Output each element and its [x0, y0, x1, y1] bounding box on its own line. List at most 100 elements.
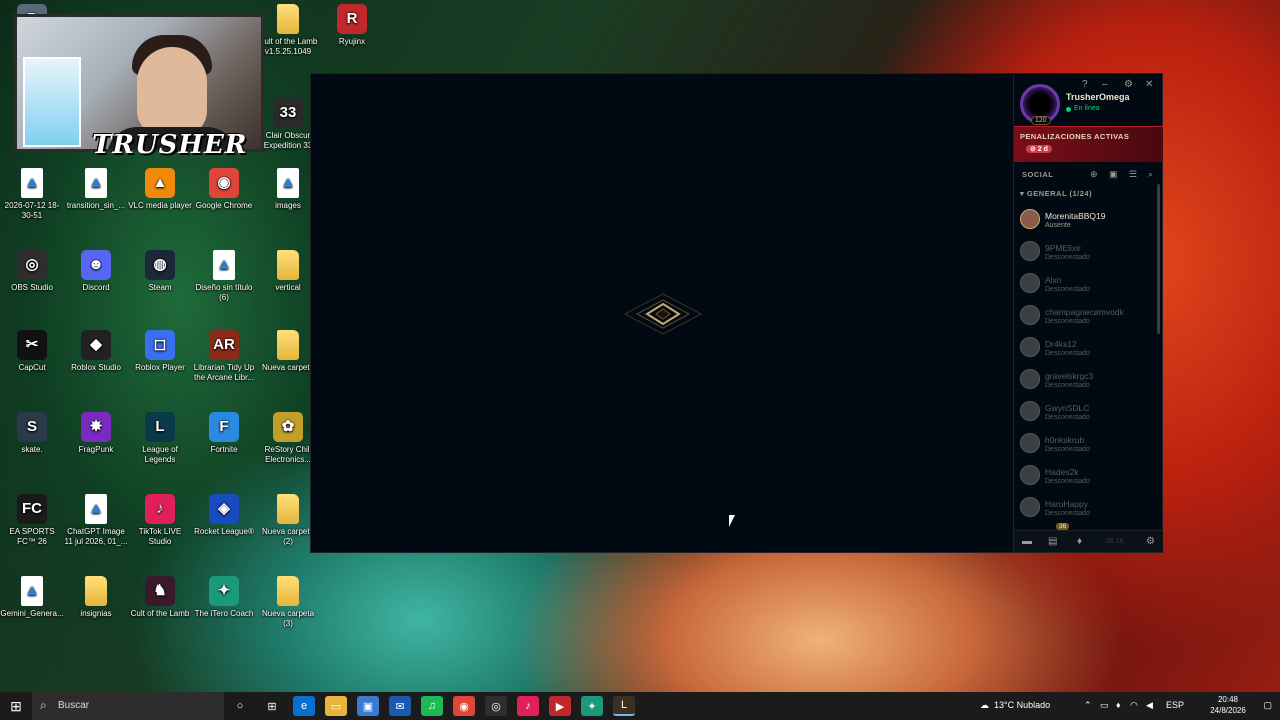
friend-list-item[interactable]: h0nkskrub Desconectado	[1014, 430, 1163, 462]
chat-icon[interactable]: ▬	[1022, 536, 1032, 547]
desktop-icon[interactable]: ◈ Rocket League®	[192, 494, 256, 537]
close-icon[interactable]: ✕	[1145, 79, 1153, 90]
folder-icon	[277, 250, 299, 280]
desktop-icon-label: The iTero Coach	[194, 609, 254, 618]
desktop-icon[interactable]: ▲ Diseño sin título (6)	[192, 250, 256, 303]
taskbar-app-icon[interactable]: ♫	[421, 696, 443, 716]
desktop-icon-label: TikTok LIVE Studio	[138, 527, 182, 546]
friend-list-item[interactable]: Dr4ks12 Desconectado	[1014, 334, 1163, 366]
taskbar-search-input[interactable]: ⌕ Buscar	[32, 692, 224, 720]
desktop-icon-label: CapCut	[18, 363, 46, 372]
help-icon[interactable]: ?	[1082, 79, 1088, 90]
taskbar-app-icon[interactable]: L	[613, 696, 635, 716]
desktop-icon[interactable]: ◻ Roblox Player	[128, 330, 192, 373]
file-icon: ▲	[21, 168, 43, 198]
desktop-icon[interactable]: R Ryujinx	[320, 4, 384, 47]
desktop-icon[interactable]: ◍ Steam	[128, 250, 192, 293]
friend-group-header[interactable]: ▾ GENERAL (1/24)	[1020, 189, 1092, 198]
mouse-cursor-icon	[729, 515, 735, 527]
desktop-icon[interactable]: ☻ Discord	[64, 250, 128, 293]
taskbar-app-icon[interactable]: ◉	[453, 696, 475, 716]
taskbar: ⊞ ⌕ Buscar ○ ⊞ e ▭ ▣ ✉ ♫ ◉ ◎ ♪ ▶ ✦ L ☁ 13°C Nublado …	[0, 692, 1280, 720]
desktop-icon-label: FragPunk	[78, 445, 114, 454]
league-client-window[interactable]: ? – ⚙ ✕ 120 TrusherOmega En línea PENALI…	[310, 73, 1163, 553]
friend-list-item[interactable]: Alxn Desconectado	[1014, 270, 1163, 302]
friend-status: Desconectado	[1045, 254, 1090, 261]
friend-list-item[interactable]: 9PMElixir Desconectado	[1014, 238, 1163, 270]
taskbar-app-icon[interactable]: ♪	[517, 696, 539, 716]
desktop-icon[interactable]: ▲ 2026-07-12 18-30-51	[0, 168, 64, 221]
desktop-icon[interactable]: ♞ Cult of the Lamb	[128, 576, 192, 619]
desktop-icon-label: Roblox Player	[135, 363, 185, 372]
settings-icon[interactable]: ⚙	[1124, 79, 1133, 90]
notifications-icon[interactable]: ▢	[1263, 700, 1272, 711]
penalty-title: PENALIZACIONES ACTIVAS	[1020, 132, 1130, 141]
desktop-icon[interactable]: Sskate.	[0, 412, 64, 455]
desktop-icon[interactable]: ▲ ChatGPT Image 11 jul 2026, 01_...	[64, 494, 128, 547]
friend-list-item[interactable]: MorenitaBBQ19 Ausente	[1014, 206, 1163, 238]
desktop-icon[interactable]: ✦ The iTero Coach	[192, 576, 256, 619]
desktop-icon[interactable]: ♪ TikTok LIVE Studio	[128, 494, 192, 547]
desktop-icon[interactable]: ▲ Gemini_Genera...	[0, 576, 64, 619]
desktop-icon[interactable]: ▲ transition_sin_...	[64, 168, 128, 211]
friend-list-item[interactable]: HaruHappy Desconectado	[1014, 494, 1163, 526]
clock-time[interactable]: 20:48	[1208, 695, 1248, 704]
taskbar-app-icon[interactable]: ○	[229, 696, 251, 716]
app-icon: R	[337, 4, 367, 34]
microphone-tray-icon[interactable]: ♦	[1116, 700, 1121, 710]
desktop-icon[interactable]: L League of Legends	[128, 412, 192, 465]
friend-list-item[interactable]: gravelskrgc3 Desconectado	[1014, 366, 1163, 398]
summoner-name[interactable]: TrusherOmega	[1066, 92, 1130, 102]
desktop-icon[interactable]: ▲ VLC media player	[128, 168, 192, 211]
desktop-icon[interactable]: FC EA SPORTS FC™ 26	[0, 494, 64, 547]
taskbar-app-icon[interactable]: ▭	[325, 696, 347, 716]
taskbar-app-icon[interactable]: ◎	[485, 696, 507, 716]
add-folder-icon[interactable]: ▣	[1109, 169, 1118, 180]
desktop-icon[interactable]: F Fortnite	[192, 412, 256, 455]
desktop-icon[interactable]: ◉ Google Chrome	[192, 168, 256, 211]
desktop-icon[interactable]: AR Librarian Tidy Up the Arcane Libr...	[192, 330, 256, 383]
taskbar-app-icon[interactable]: ▣	[357, 696, 379, 716]
network-icon[interactable]: ▭	[1100, 700, 1109, 711]
online-status-text[interactable]: En línea	[1074, 105, 1100, 112]
desktop-icon[interactable]: ✸ FragPunk	[64, 412, 128, 455]
wifi-icon[interactable]: ◠	[1130, 700, 1138, 711]
taskbar-app-icon[interactable]: ✉	[389, 696, 411, 716]
desktop-icon[interactable]: insignias	[64, 576, 128, 619]
list-view-icon[interactable]: ☰	[1129, 169, 1137, 180]
start-button[interactable]: ⊞	[0, 692, 32, 720]
desktop-icon[interactable]: Nueva carpeta (3)	[256, 576, 320, 629]
taskbar-app-icon[interactable]: ⊞	[261, 696, 283, 716]
taskbar-app-icon[interactable]: ▶	[549, 696, 571, 716]
friend-list-item[interactable]: GwynSDLC Desconectado	[1014, 398, 1163, 430]
file-icon: ▲	[85, 168, 107, 198]
friend-list-item[interactable]: Hades2k Desconectado	[1014, 462, 1163, 494]
friend-name: GwynSDLC	[1045, 403, 1090, 413]
desktop-icon-label: Fortnite	[210, 445, 238, 454]
clock-date[interactable]: 24/8/2026	[1208, 706, 1248, 715]
desktop-icon-label: Roblox Studio	[71, 363, 121, 372]
search-icon[interactable]: ⌕	[1148, 169, 1153, 180]
weather-text[interactable]: 13°C Nublado	[994, 700, 1050, 710]
taskbar-app-icon[interactable]: e	[293, 696, 315, 716]
friend-list-item[interactable]: champagnecømvodk Desconectado	[1014, 302, 1163, 334]
desktop-icon[interactable]: Cult of the Lamb v1.5.25.1049	[256, 4, 320, 57]
penalty-banner[interactable]: PENALIZACIONES ACTIVAS ⊘ 2 d	[1014, 126, 1163, 162]
desktop-icon[interactable]: ◆ Roblox Studio	[64, 330, 128, 373]
minimize-icon[interactable]: –	[1102, 79, 1108, 90]
settings-gear-icon[interactable]: ⚙	[1146, 536, 1155, 547]
friend-name: HaruHappy	[1045, 499, 1088, 509]
taskbar-app-icon[interactable]: ✦	[581, 696, 603, 716]
app-icon: ◆	[81, 330, 111, 360]
language-indicator[interactable]: ESP	[1166, 700, 1184, 710]
weather-icon[interactable]: ☁	[980, 700, 989, 711]
desktop-icon[interactable]: ◎ OBS Studio	[0, 250, 64, 293]
volume-icon[interactable]: ◀	[1146, 700, 1153, 711]
desktop-icon-label: Rocket League®	[194, 527, 254, 536]
add-friend-icon[interactable]: ⊕	[1090, 169, 1098, 180]
tray-overflow-icon[interactable]: ⌃	[1084, 700, 1092, 711]
desktop-icon[interactable]: ✂ CapCut	[0, 330, 64, 373]
microphone-icon[interactable]: ♦	[1077, 536, 1082, 547]
app-icon: L	[145, 412, 175, 442]
missions-icon[interactable]: ▤	[1048, 536, 1057, 547]
